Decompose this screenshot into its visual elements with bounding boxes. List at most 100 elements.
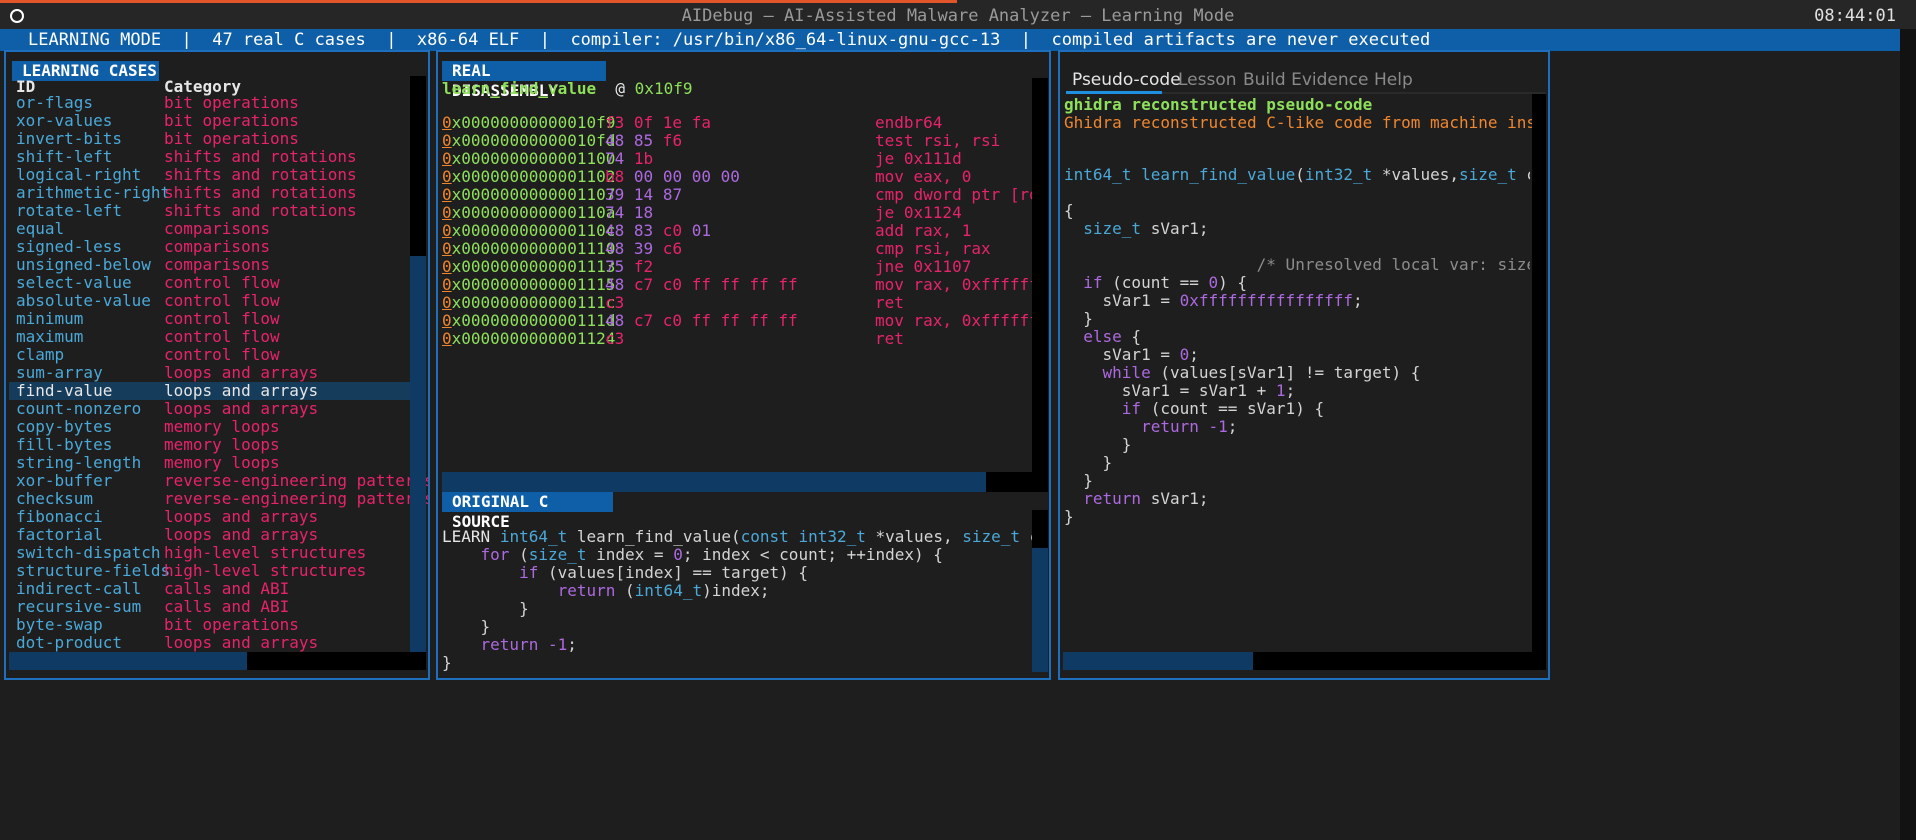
case-row[interactable]: fill-bytes memory loops	[6, 436, 410, 454]
case-id[interactable]: switch-dispatch	[16, 544, 161, 562]
case-row[interactable]: find-value loops and arrays	[6, 382, 410, 400]
case-id[interactable]: equal	[16, 220, 64, 238]
case-id[interactable]: xor-buffer	[16, 472, 112, 490]
pseudo-hscroll[interactable]	[1063, 652, 1546, 670]
case-id[interactable]: sum-array	[16, 364, 103, 382]
tab-pseudo-code[interactable]: Pseudo-code	[1072, 70, 1181, 90]
source-vscroll[interactable]	[1032, 510, 1048, 672]
case-row[interactable]: dot-product loops and arrays	[6, 634, 410, 652]
disassembly-vscroll[interactable]	[1032, 78, 1048, 472]
case-id[interactable]: count-nonzero	[16, 400, 141, 418]
disassembly-hscroll[interactable]	[442, 472, 1048, 492]
case-row[interactable]: switch-dispatch high-level structures	[6, 544, 410, 562]
case-row[interactable]: xor-buffer reverse-engineering patterns	[6, 472, 428, 490]
case-id[interactable]: indirect-call	[16, 580, 141, 598]
case-id[interactable]: xor-values	[16, 112, 112, 130]
cases-hscroll-thumb[interactable]	[9, 652, 247, 670]
case-id[interactable]: shift-left	[16, 148, 112, 166]
case-category: control flow	[164, 345, 280, 364]
pseudo-hscroll-thumb[interactable]	[1063, 652, 1253, 670]
disasm-bytes: 75 f2	[605, 258, 654, 276]
disasm-bytes: 48 39 c6	[605, 240, 683, 258]
status-bar: LEARNING MODE | 47 real C cases | x86-64…	[0, 29, 1900, 51]
case-row[interactable]: shift-left shifts and rotations	[6, 148, 410, 166]
disassembly-hscroll-thumb[interactable]	[442, 472, 986, 492]
case-id[interactable]: byte-swap	[16, 616, 103, 634]
case-row[interactable]: xor-values bit operations	[6, 112, 410, 130]
disasm-row[interactable]: 0x000000000000110c 48 83 c0 01 add rax, 1	[438, 222, 1032, 240]
case-row[interactable]: string-length memory loops	[6, 454, 410, 472]
pseudo-vscroll[interactable]	[1532, 94, 1546, 652]
case-row[interactable]: clamp control flow	[6, 346, 410, 364]
case-id[interactable]: string-length	[16, 454, 141, 472]
disasm-row[interactable]: 0x0000000000001113 75 f2 jne 0x1107	[438, 258, 1032, 276]
case-id[interactable]: arithmetic-right	[16, 184, 170, 202]
case-id[interactable]: clamp	[16, 346, 64, 364]
case-row[interactable]: fibonacci loops and arrays	[6, 508, 410, 526]
case-row[interactable]: count-nonzero loops and arrays	[6, 400, 410, 418]
case-row[interactable]: absolute-value control flow	[6, 292, 410, 310]
case-row[interactable]: maximum control flow	[6, 328, 410, 346]
disasm-instruction: mov rax, 0xffffffff	[875, 312, 1032, 330]
tab-lesson[interactable]: Lesson	[1178, 70, 1237, 90]
case-row[interactable]: select-value control flow	[6, 274, 410, 292]
tab-help[interactable]: Help	[1374, 70, 1413, 90]
case-row[interactable]: recursive-sum calls and ABI	[6, 598, 410, 616]
case-id[interactable]: factorial	[16, 526, 103, 544]
case-id[interactable]: copy-bytes	[16, 418, 112, 436]
case-category: control flow	[164, 327, 280, 346]
case-id[interactable]: checksum	[16, 490, 93, 508]
case-id[interactable]: maximum	[16, 328, 83, 346]
case-id[interactable]: or-flags	[16, 94, 93, 112]
case-id[interactable]: rotate-left	[16, 202, 122, 220]
case-row[interactable]: equal comparisons	[6, 220, 410, 238]
case-id[interactable]: fill-bytes	[16, 436, 112, 454]
disasm-address: 0x000000000000111c	[442, 294, 616, 312]
case-row[interactable]: signed-less comparisons	[6, 238, 410, 256]
source-vscroll-thumb[interactable]	[1032, 548, 1048, 672]
case-id[interactable]: logical-right	[16, 166, 141, 184]
tab-build-evidence[interactable]: Build Evidence	[1243, 70, 1368, 90]
cases-vscroll[interactable]	[410, 76, 426, 652]
case-id[interactable]: select-value	[16, 274, 132, 292]
disasm-row[interactable]: 0x0000000000001124 c3 ret	[438, 330, 1032, 348]
cases-vscroll-thumb[interactable]	[410, 256, 426, 652]
disasm-bytes: f3 0f 1e fa	[605, 114, 711, 132]
case-id[interactable]: signed-less	[16, 238, 122, 256]
case-row[interactable]: logical-right shifts and rotations	[6, 166, 410, 184]
case-row[interactable]: minimum control flow	[6, 310, 410, 328]
disasm-bytes: b8 00 00 00 00	[605, 168, 740, 186]
disasm-row[interactable]: 0x0000000000001107 39 14 87 cmp dword ptr …	[438, 186, 1032, 204]
case-id[interactable]: fibonacci	[16, 508, 103, 526]
case-row[interactable]: arithmetic-right shifts and rotations	[6, 184, 410, 202]
case-row[interactable]: or-flags bit operations	[6, 94, 410, 112]
case-row[interactable]: structure-fields high-level structures	[6, 562, 410, 580]
case-row[interactable]: copy-bytes memory loops	[6, 418, 410, 436]
disasm-row[interactable]: 0x000000000000110a 74 18 je 0x1124	[438, 204, 1032, 222]
case-id[interactable]: find-value	[16, 382, 112, 400]
case-row[interactable]: invert-bits bit operations	[6, 130, 410, 148]
case-row[interactable]: indirect-call calls and ABI	[6, 580, 410, 598]
case-row[interactable]: factorial loops and arrays	[6, 526, 410, 544]
disasm-row[interactable]: 0x0000000000001115 48 c7 c0 ff ff ff ff mo…	[438, 276, 1032, 294]
disasm-row[interactable]: 0x000000000000111c c3 ret	[438, 294, 1032, 312]
disasm-row[interactable]: 0x00000000000010f9 f3 0f 1e fa endbr64	[438, 114, 1032, 132]
disasm-row[interactable]: 0x0000000000001102 b8 00 00 00 00 mov eax,…	[438, 168, 1032, 186]
case-id[interactable]: recursive-sum	[16, 598, 141, 616]
case-id[interactable]: dot-product	[16, 634, 122, 652]
disasm-row[interactable]: 0x00000000000010fd 48 85 f6 test rsi, rsi	[438, 132, 1032, 150]
disasm-row[interactable]: 0x0000000000001110 48 39 c6 cmp rsi, rax	[438, 240, 1032, 258]
case-id[interactable]: invert-bits	[16, 130, 122, 148]
disasm-row[interactable]: 0x0000000000001100 74 1b je 0x111d	[438, 150, 1032, 168]
disasm-row[interactable]: 0x000000000000111d 48 c7 c0 ff ff ff ff mo…	[438, 312, 1032, 330]
case-id[interactable]: absolute-value	[16, 292, 151, 310]
case-row[interactable]: byte-swap bit operations	[6, 616, 410, 634]
case-row[interactable]: checksum reverse-engineering patterns	[6, 490, 428, 508]
cases-hscroll[interactable]	[9, 652, 426, 670]
case-id[interactable]: unsigned-below	[16, 256, 151, 274]
case-id[interactable]: structure-fields	[16, 562, 170, 580]
case-id[interactable]: minimum	[16, 310, 83, 328]
case-row[interactable]: sum-array loops and arrays	[6, 364, 410, 382]
case-row[interactable]: rotate-left shifts and rotations	[6, 202, 410, 220]
case-row[interactable]: unsigned-below comparisons	[6, 256, 410, 274]
